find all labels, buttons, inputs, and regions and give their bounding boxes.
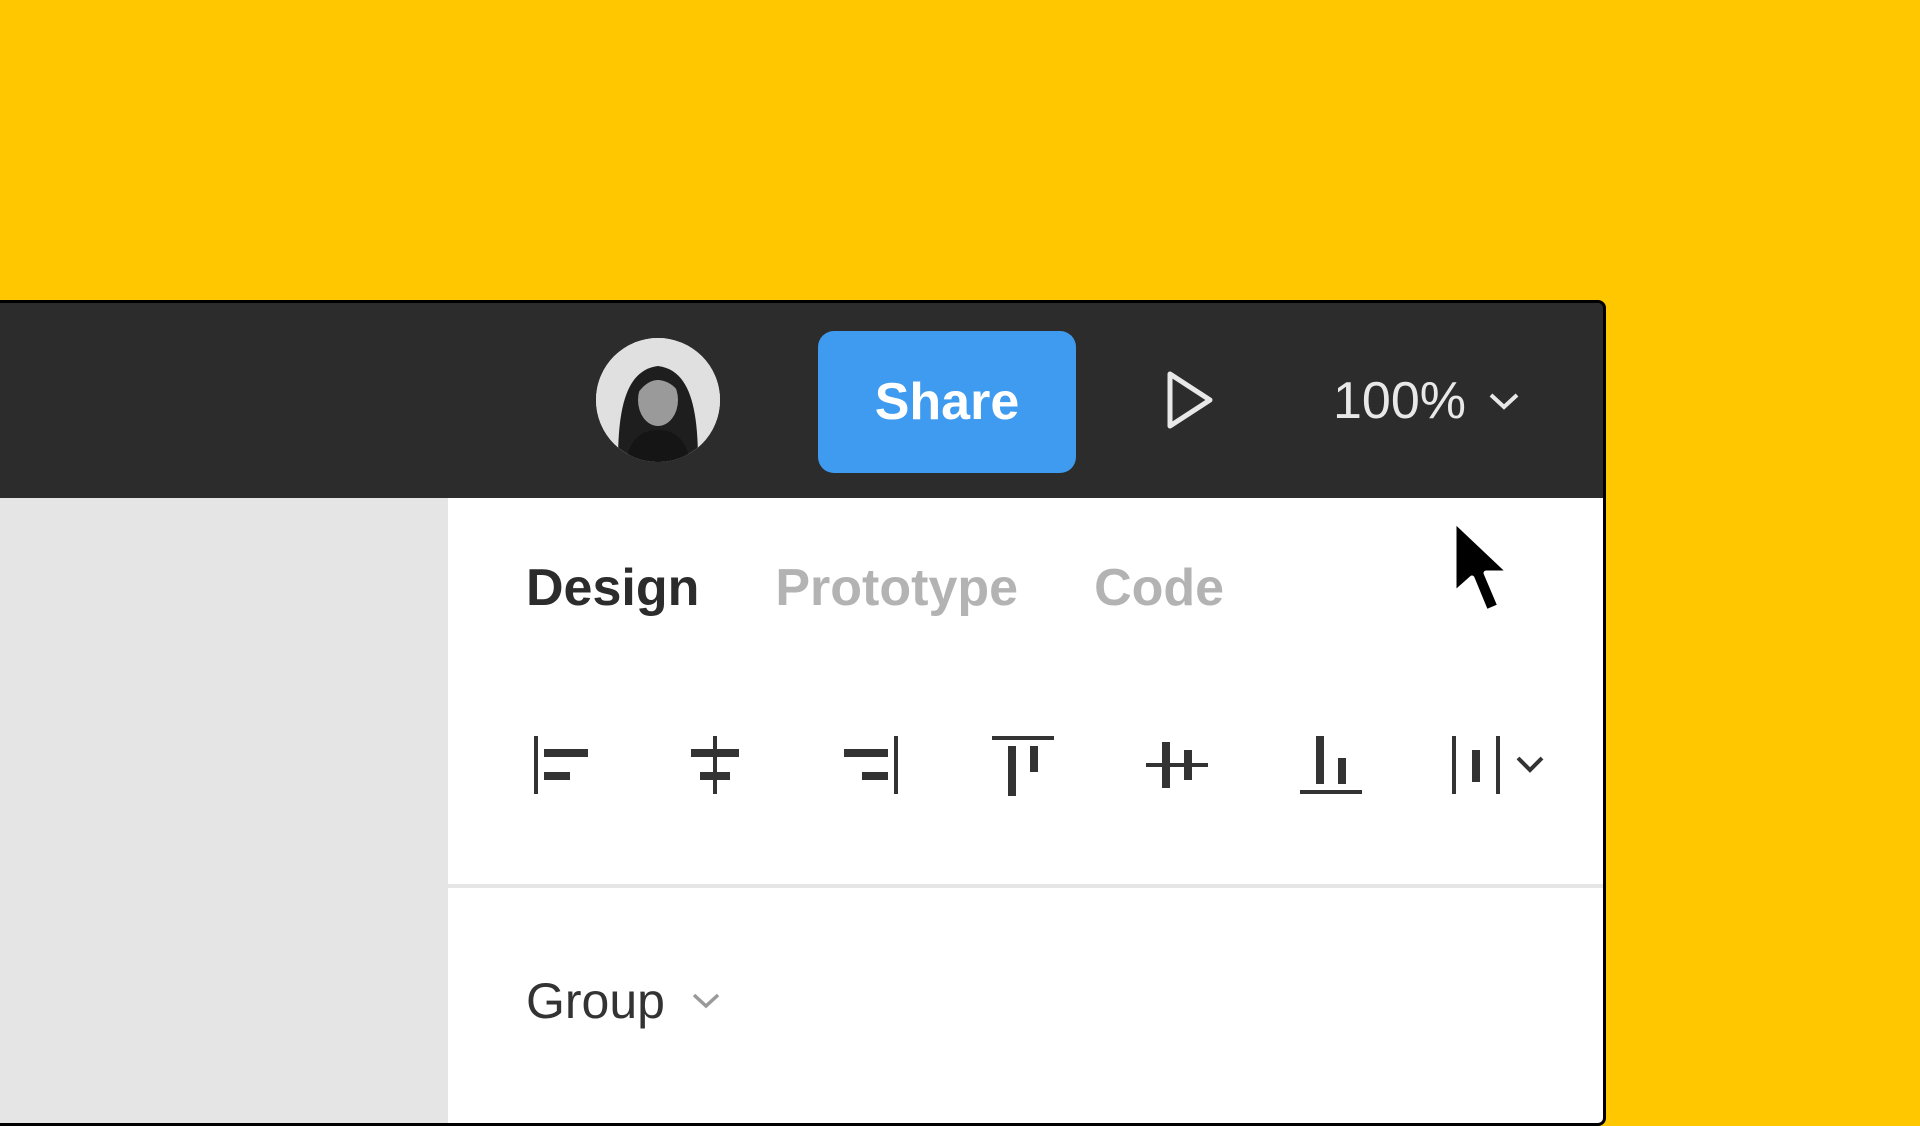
app-window: Share 100% Design Prototype Code Group [0,300,1606,1126]
avatar-photo-icon [596,338,720,462]
align-vertical-center-button[interactable] [1140,728,1214,802]
align-right-button[interactable] [832,728,906,802]
canvas-area[interactable] [0,498,448,1123]
layer-type-label: Group [526,973,665,1029]
properties-panel: Design Prototype Code Group [448,498,1603,1123]
align-top-icon [992,736,1054,796]
zoom-value: 100% [1333,372,1466,430]
chevron-down-icon [692,993,720,1009]
align-bottom-button[interactable] [1294,728,1368,802]
layer-type-dropdown[interactable]: Group [526,972,721,1030]
present-button[interactable] [1153,363,1227,437]
align-top-button[interactable] [986,728,1060,802]
align-bottom-icon [1300,736,1362,794]
align-right-icon [844,736,898,794]
play-icon [1167,371,1213,429]
align-vertical-center-icon [1146,742,1208,788]
top-toolbar: Share 100% [0,303,1603,498]
align-left-button[interactable] [526,728,600,802]
align-horizontal-center-icon [691,736,739,794]
align-left-icon [534,736,588,794]
tab-prototype[interactable]: Prototype [775,558,1018,618]
tab-code[interactable]: Code [1094,558,1224,618]
distribute-spacing-button[interactable] [1444,728,1554,802]
user-avatar[interactable] [596,338,720,462]
align-horizontal-center-button[interactable] [678,728,752,802]
tab-design[interactable]: Design [526,558,699,618]
panel-tabs: Design Prototype Code [526,558,1224,618]
panel-divider [448,884,1603,888]
share-button[interactable]: Share [818,331,1076,473]
zoom-dropdown[interactable]: 100% [1333,358,1520,444]
chevron-down-icon [1489,393,1519,410]
distribute-spacing-icon [1452,736,1544,794]
